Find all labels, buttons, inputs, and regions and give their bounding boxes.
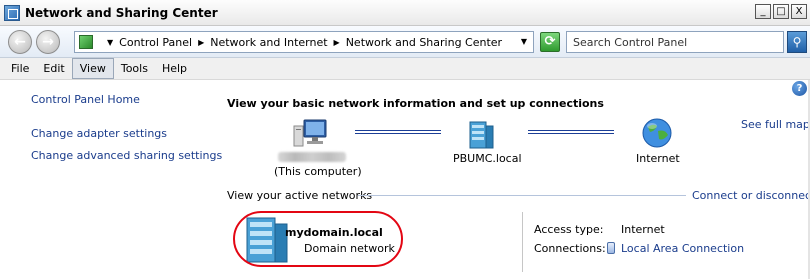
connection-line (528, 130, 614, 134)
search-input[interactable]: Search Control Panel (566, 31, 784, 53)
window-controls: _ □ X (755, 4, 807, 19)
see-full-map-link[interactable]: See full map (741, 118, 810, 131)
menu-file[interactable]: File (4, 59, 36, 78)
page-heading: View your basic network information and … (227, 97, 604, 110)
server-icon (469, 121, 494, 149)
chevron-right-icon[interactable]: ▶ (198, 38, 204, 47)
change-adapter-settings-link[interactable]: Change adapter settings (31, 127, 167, 140)
close-button[interactable]: X (791, 4, 807, 19)
breadcrumb-network-and-internet[interactable]: Network and Internet (210, 36, 327, 49)
breadcrumb-network-and-sharing-center[interactable]: Network and Sharing Center (346, 36, 502, 49)
internet-label[interactable]: Internet (636, 152, 680, 165)
breadcrumb-control-panel[interactable]: Control Panel (119, 36, 192, 49)
menu-bar: File Edit View Tools Help (0, 58, 810, 80)
access-type-label: Access type: (534, 223, 604, 236)
local-area-connection-link[interactable]: Local Area Connection (621, 242, 744, 255)
this-computer-label: (This computer) (274, 165, 362, 178)
menu-edit[interactable]: Edit (36, 59, 71, 78)
network-adapter-icon (607, 242, 615, 254)
computer-icon (293, 119, 327, 147)
chevron-right-icon[interactable]: ▶ (334, 38, 340, 47)
menu-view[interactable]: View (71, 58, 114, 79)
maximize-button[interactable]: □ (773, 4, 789, 19)
title-bar: Network and Sharing Center _ □ X (0, 0, 810, 26)
highlight-annotation (233, 211, 403, 267)
globe-icon (642, 118, 672, 148)
section-divider (358, 195, 686, 196)
control-panel-home-link[interactable]: Control Panel Home (31, 93, 140, 106)
search-button[interactable]: ⚲ (787, 31, 807, 53)
pbumc-local-label[interactable]: PBUMC.local (453, 152, 522, 165)
address-bar: ← → ▼ Control Panel ▶ Network and Intern… (0, 26, 810, 58)
search-icon: ⚲ (792, 35, 802, 49)
change-advanced-sharing-link[interactable]: Change advanced sharing settings (31, 149, 222, 162)
access-type-value: Internet (621, 223, 665, 236)
menu-help[interactable]: Help (155, 59, 194, 78)
minimize-button[interactable]: _ (755, 4, 771, 19)
active-networks-title: View your active networks (227, 189, 373, 202)
computer-name-blurred (278, 152, 346, 162)
forward-button[interactable]: → (36, 30, 60, 54)
refresh-button[interactable]: ⟳ (540, 32, 560, 52)
back-button[interactable]: ← (8, 30, 32, 54)
control-panel-icon (79, 35, 93, 49)
chevron-down-icon[interactable]: ▼ (107, 38, 113, 47)
network-center-icon (4, 5, 20, 21)
vertical-divider (522, 212, 523, 272)
menu-tools[interactable]: Tools (114, 59, 155, 78)
connections-label: Connections: (534, 242, 606, 255)
connect-or-disconnect-link[interactable]: Connect or disconnect (692, 189, 810, 202)
breadcrumb[interactable]: ▼ Control Panel ▶ Network and Internet ▶… (74, 31, 534, 53)
window-title: Network and Sharing Center (25, 6, 218, 20)
connection-line (355, 130, 441, 134)
history-dropdown-icon[interactable]: ▼ (521, 37, 527, 46)
help-icon[interactable]: ? (792, 81, 807, 96)
